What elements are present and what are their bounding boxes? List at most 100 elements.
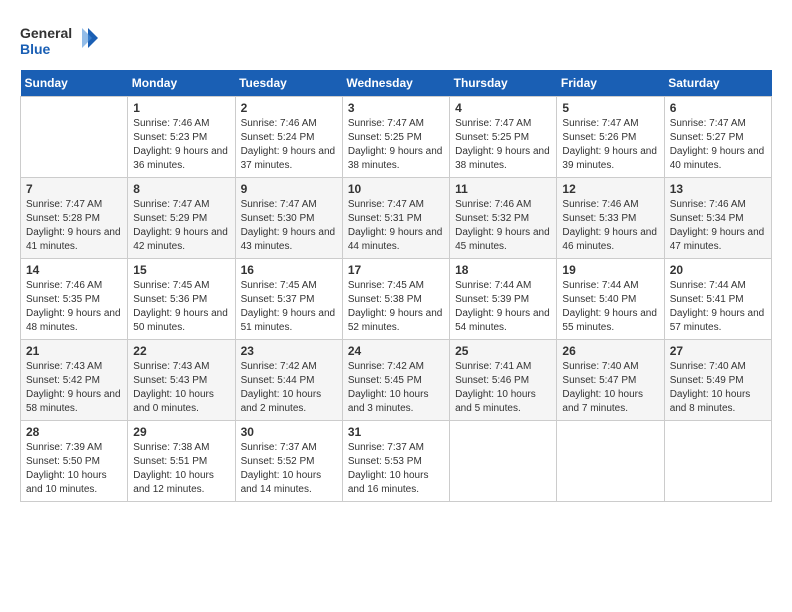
day-number: 4 (455, 101, 551, 115)
day-info: Sunrise: 7:46 AMSunset: 5:35 PMDaylight:… (26, 279, 122, 335)
day-number: 30 (241, 425, 337, 439)
day-number: 6 (670, 101, 766, 115)
day-info: Sunrise: 7:41 AMSunset: 5:46 PMDaylight:… (455, 360, 551, 416)
calendar-cell (21, 97, 128, 178)
day-number: 2 (241, 101, 337, 115)
calendar-cell: 31 Sunrise: 7:37 AMSunset: 5:53 PMDayligh… (342, 421, 449, 502)
logo: General Blue (20, 20, 100, 60)
day-info: Sunrise: 7:47 AMSunset: 5:25 PMDaylight:… (455, 117, 551, 173)
day-number: 10 (348, 182, 444, 196)
calendar-cell: 22Sunrise: 7:43 AMSunset: 5:43 PMDayligh… (128, 340, 235, 421)
day-number: 23 (241, 344, 337, 358)
day-header-monday: Monday (128, 70, 235, 97)
calendar-cell: 3Sunrise: 7:47 AMSunset: 5:25 PMDaylight… (342, 97, 449, 178)
calendar-cell: 16 Sunrise: 7:45 AMSunset: 5:37 PMDayligh… (235, 259, 342, 340)
day-number: 16 (241, 263, 337, 277)
day-number: 17 (348, 263, 444, 277)
day-number: 20 (670, 263, 766, 277)
calendar-cell: 9Sunrise: 7:47 AMSunset: 5:30 PMDaylight… (235, 178, 342, 259)
calendar-cell: 27Sunrise: 7:40 AMSunset: 5:49 PMDayligh… (664, 340, 771, 421)
calendar-cell: 14Sunrise: 7:46 AMSunset: 5:35 PMDayligh… (21, 259, 128, 340)
calendar-cell: 1 Sunrise: 7:46 AMSunset: 5:23 PMDaylight… (128, 97, 235, 178)
calendar-week-5: 28 Sunrise: 7:39 AMSunset: 5:50 PMDayligh… (21, 421, 772, 502)
day-info: Sunrise: 7:46 AMSunset: 5:32 PMDaylight:… (455, 198, 551, 254)
day-header-saturday: Saturday (664, 70, 771, 97)
day-number: 24 (348, 344, 444, 358)
day-info: Sunrise: 7:45 AMSunset: 5:36 PMDaylight:… (133, 279, 229, 335)
day-info: Sunrise: 7:40 AMSunset: 5:49 PMDaylight:… (670, 360, 766, 416)
page-header: General Blue (20, 20, 772, 60)
day-info: Sunrise: 7:45 AMSunset: 5:37 PMDaylight:… (241, 279, 337, 335)
day-info: Sunrise: 7:46 AMSunset: 5:33 PMDaylight:… (562, 198, 658, 254)
calendar-cell (664, 421, 771, 502)
calendar-cell: 10Sunrise: 7:47 AMSunset: 5:31 PMDayligh… (342, 178, 449, 259)
day-header-wednesday: Wednesday (342, 70, 449, 97)
day-info: Sunrise: 7:42 AMSunset: 5:44 PMDaylight:… (241, 360, 337, 416)
day-number: 31 (348, 425, 444, 439)
day-info: Sunrise: 7:47 AMSunset: 5:26 PMDaylight:… (562, 117, 658, 173)
day-info: Sunrise: 7:38 AMSunset: 5:51 PMDaylight:… (133, 441, 229, 497)
svg-text:General: General (20, 25, 72, 41)
day-number: 13 (670, 182, 766, 196)
calendar-cell (557, 421, 664, 502)
calendar-cell (450, 421, 557, 502)
day-info: Sunrise: 7:46 AMSunset: 5:23 PMDaylight:… (133, 117, 229, 173)
day-info: Sunrise: 7:47 AMSunset: 5:29 PMDaylight:… (133, 198, 229, 254)
calendar-week-4: 21Sunrise: 7:43 AMSunset: 5:42 PMDayligh… (21, 340, 772, 421)
day-number: 26 (562, 344, 658, 358)
calendar-cell: 11 Sunrise: 7:46 AMSunset: 5:32 PMDayligh… (450, 178, 557, 259)
day-info: Sunrise: 7:47 AMSunset: 5:27 PMDaylight:… (670, 117, 766, 173)
day-info: Sunrise: 7:40 AMSunset: 5:47 PMDaylight:… (562, 360, 658, 416)
calendar-week-1: 1 Sunrise: 7:46 AMSunset: 5:23 PMDaylight… (21, 97, 772, 178)
calendar-cell: 17 Sunrise: 7:45 AMSunset: 5:38 PMDayligh… (342, 259, 449, 340)
calendar-table: SundayMondayTuesdayWednesdayThursdayFrid… (20, 70, 772, 502)
day-number: 5 (562, 101, 658, 115)
calendar-cell: 25Sunrise: 7:41 AMSunset: 5:46 PMDayligh… (450, 340, 557, 421)
day-number: 22 (133, 344, 229, 358)
calendar-cell: 5 Sunrise: 7:47 AMSunset: 5:26 PMDaylight… (557, 97, 664, 178)
day-number: 18 (455, 263, 551, 277)
day-info: Sunrise: 7:44 AMSunset: 5:39 PMDaylight:… (455, 279, 551, 335)
calendar-cell: 2 Sunrise: 7:46 AMSunset: 5:24 PMDaylight… (235, 97, 342, 178)
day-number: 11 (455, 182, 551, 196)
calendar-cell: 30 Sunrise: 7:37 AMSunset: 5:52 PMDayligh… (235, 421, 342, 502)
calendar-cell: 8 Sunrise: 7:47 AMSunset: 5:29 PMDaylight… (128, 178, 235, 259)
calendar-cell: 15 Sunrise: 7:45 AMSunset: 5:36 PMDayligh… (128, 259, 235, 340)
calendar-cell: 20 Sunrise: 7:44 AMSunset: 5:41 PMDayligh… (664, 259, 771, 340)
svg-text:Blue: Blue (20, 41, 51, 57)
day-info: Sunrise: 7:37 AMSunset: 5:52 PMDaylight:… (241, 441, 337, 497)
calendar-cell: 7 Sunrise: 7:47 AMSunset: 5:28 PMDaylight… (21, 178, 128, 259)
calendar-cell: 21Sunrise: 7:43 AMSunset: 5:42 PMDayligh… (21, 340, 128, 421)
day-info: Sunrise: 7:47 AMSunset: 5:28 PMDaylight:… (26, 198, 122, 254)
day-info: Sunrise: 7:42 AMSunset: 5:45 PMDaylight:… (348, 360, 444, 416)
calendar-cell: 18 Sunrise: 7:44 AMSunset: 5:39 PMDayligh… (450, 259, 557, 340)
calendar-week-3: 14Sunrise: 7:46 AMSunset: 5:35 PMDayligh… (21, 259, 772, 340)
day-number: 8 (133, 182, 229, 196)
day-info: Sunrise: 7:44 AMSunset: 5:41 PMDaylight:… (670, 279, 766, 335)
day-info: Sunrise: 7:46 AMSunset: 5:24 PMDaylight:… (241, 117, 337, 173)
day-number: 9 (241, 182, 337, 196)
day-number: 29 (133, 425, 229, 439)
day-number: 19 (562, 263, 658, 277)
day-number: 21 (26, 344, 122, 358)
calendar-cell: 29 Sunrise: 7:38 AMSunset: 5:51 PMDayligh… (128, 421, 235, 502)
day-number: 15 (133, 263, 229, 277)
calendar-cell: 4 Sunrise: 7:47 AMSunset: 5:25 PMDaylight… (450, 97, 557, 178)
day-info: Sunrise: 7:45 AMSunset: 5:38 PMDaylight:… (348, 279, 444, 335)
day-header-tuesday: Tuesday (235, 70, 342, 97)
day-number: 7 (26, 182, 122, 196)
calendar-cell: 26 Sunrise: 7:40 AMSunset: 5:47 PMDayligh… (557, 340, 664, 421)
day-number: 3 (348, 101, 444, 115)
day-number: 1 (133, 101, 229, 115)
calendar-cell: 13 Sunrise: 7:46 AMSunset: 5:34 PMDayligh… (664, 178, 771, 259)
header-row: SundayMondayTuesdayWednesdayThursdayFrid… (21, 70, 772, 97)
day-header-thursday: Thursday (450, 70, 557, 97)
calendar-cell: 19Sunrise: 7:44 AMSunset: 5:40 PMDayligh… (557, 259, 664, 340)
day-info: Sunrise: 7:46 AMSunset: 5:34 PMDaylight:… (670, 198, 766, 254)
calendar-cell: 28 Sunrise: 7:39 AMSunset: 5:50 PMDayligh… (21, 421, 128, 502)
day-number: 28 (26, 425, 122, 439)
day-info: Sunrise: 7:37 AMSunset: 5:53 PMDaylight:… (348, 441, 444, 497)
day-number: 12 (562, 182, 658, 196)
day-header-friday: Friday (557, 70, 664, 97)
day-info: Sunrise: 7:39 AMSunset: 5:50 PMDaylight:… (26, 441, 122, 497)
